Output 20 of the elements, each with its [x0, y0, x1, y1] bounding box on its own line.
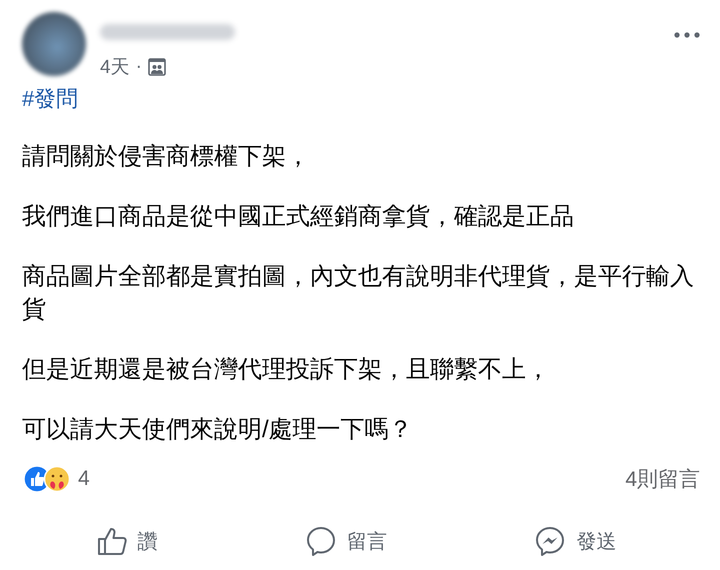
post-paragraph: 但是近期還是被台灣代理投訴下架，且聯繫不上， — [22, 355, 551, 385]
like-button[interactable]: 讚 — [88, 521, 166, 561]
post-paragraph: 請問關於侵害商標權下架， — [22, 142, 311, 172]
send-button[interactable]: 發送 — [526, 521, 624, 561]
reaction-icons[interactable] — [22, 465, 72, 493]
thumbs-up-icon — [96, 525, 128, 557]
messenger-icon — [534, 525, 566, 557]
post-time[interactable]: 4天 — [100, 54, 130, 80]
reaction-count[interactable]: 4 — [78, 467, 90, 491]
post-paragraph: 商品圖片全部都是實拍圖，內文也有說明非代理貨，是平行輸入貨 — [22, 262, 695, 325]
comment-count[interactable]: 4則留言 — [625, 465, 700, 493]
hashtag-link[interactable]: #發問 — [22, 84, 78, 114]
speech-bubble-icon — [304, 525, 337, 557]
separator-dot: · — [136, 56, 142, 78]
comment-button[interactable]: 留言 — [296, 521, 395, 561]
group-icon — [148, 58, 166, 76]
more-options-icon[interactable] — [674, 32, 700, 38]
avatar[interactable] — [22, 12, 86, 76]
post-paragraph: 可以請大天使們來說明/處理一下嗎？ — [22, 415, 414, 445]
post-paragraph: 我們進口商品是從中國正式經銷商拿貨，確認是正品 — [22, 202, 575, 232]
